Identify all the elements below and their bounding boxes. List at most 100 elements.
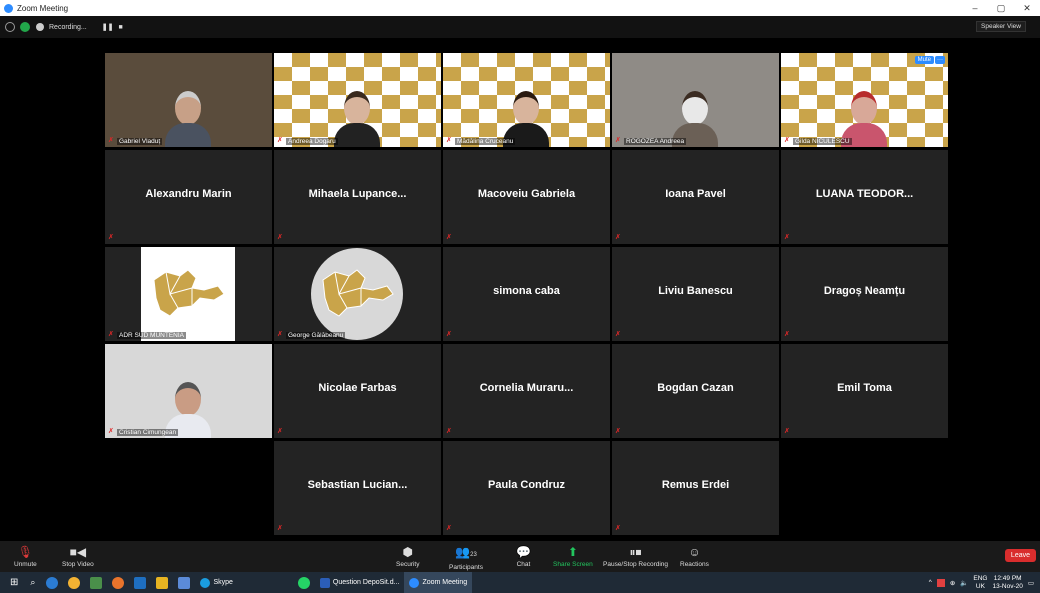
file-explorer-icon[interactable]	[156, 576, 169, 589]
participant-tile[interactable]: Cornelia Muraru... ✗	[443, 344, 610, 438]
participant-video	[334, 91, 380, 147]
security-label: Security	[396, 561, 420, 568]
minimize-button[interactable]: –	[962, 0, 988, 16]
windows-taskbar: ⊞ ⌕ Skype Question DepoSit.d... Zoom Mee…	[0, 572, 1040, 593]
participant-tile[interactable]: ROGOZEA Andreea ✗	[612, 53, 779, 147]
region-map-image	[141, 247, 235, 341]
participant-tile[interactable]: Sebastian Lucian... ✗	[274, 441, 441, 535]
participant-video	[165, 91, 211, 147]
pause-icon[interactable]: ❚❚	[102, 23, 114, 31]
participants-button[interactable]: 👥23 Participants	[449, 543, 483, 571]
firefox-icon[interactable]	[112, 576, 125, 589]
participant-tile[interactable]: Emil Toma ✗	[781, 344, 948, 438]
clock-time: 12:49 PM	[993, 574, 1022, 582]
mic-muted-icon: ✗	[446, 428, 452, 435]
mic-muted-icon: ✗	[446, 137, 452, 144]
leave-button[interactable]: Leave	[1004, 549, 1036, 562]
participant-tile[interactable]: ADR SUD MUNTENIA ✗	[105, 247, 272, 341]
participant-tile[interactable]: Ioana Pavel ✗	[612, 150, 779, 244]
windows-start-icon[interactable]: ⊞	[10, 577, 18, 588]
reactions-button[interactable]: ☺ Reactions	[680, 543, 709, 568]
participant-name: Macoveiu Gabriela	[477, 188, 576, 200]
stop-icon[interactable]: ■	[118, 24, 122, 31]
mic-muted-icon: ✗	[784, 234, 790, 241]
participant-tile[interactable]: Nicolae Farbas ✗	[274, 344, 441, 438]
participant-tile[interactable]: Mihaela Lupance... ✗	[274, 150, 441, 244]
participants-count: 23	[470, 552, 477, 558]
participant-tile[interactable]: Macoveiu Gabriela ✗	[443, 150, 610, 244]
speaker-view-button[interactable]: Speaker View	[976, 21, 1026, 32]
security-button[interactable]: ⬢ Security	[396, 543, 419, 568]
participant-tile[interactable]: Paula Condruz ✗	[443, 441, 610, 535]
participant-name: Cristian Cimungean	[117, 429, 179, 436]
unmute-button[interactable]: 🎙 Unmute	[14, 543, 37, 568]
participant-tile[interactable]: LUANA TEODOR... ✗	[781, 150, 948, 244]
stop-video-button[interactable]: ■◀ Stop Video	[62, 543, 94, 568]
participants-label: Participants	[449, 564, 483, 571]
speaker-icon[interactable]: 🔈	[960, 579, 968, 587]
notifications-icon[interactable]: ▭	[1028, 579, 1034, 587]
mic-muted-icon: ✗	[784, 137, 790, 144]
info-icon[interactable]	[5, 22, 15, 32]
network-icon[interactable]: ⊕	[950, 579, 955, 587]
meeting-controls: 🎙 Unmute ■◀ Stop Video ⬢ Security 👥23 Pa…	[0, 541, 1040, 572]
close-button[interactable]: ✕	[1014, 0, 1040, 16]
chevron-up-icon[interactable]: ^	[929, 579, 932, 586]
maximize-button[interactable]: ▢	[988, 0, 1014, 16]
participant-tile[interactable]: Andreea Dogaru ✗	[274, 53, 441, 147]
edge-icon[interactable]	[46, 576, 59, 589]
locale-code: UK	[975, 582, 985, 590]
chat-button[interactable]: 💬 Chat	[516, 543, 531, 568]
mic-muted-icon: ✗	[277, 137, 283, 144]
participant-tile[interactable]: Alexandru Marin ✗	[105, 150, 272, 244]
participant-tile[interactable]: Gabriel Vladuț ✗	[105, 53, 272, 147]
taskbar-skype[interactable]: Skype	[195, 572, 237, 593]
participant-tile[interactable]: Cristian Cimungean ✗	[105, 344, 272, 438]
clock[interactable]: 12:49 PM 13-Nov-20	[992, 575, 1022, 591]
language-indicator[interactable]: ENG UK	[973, 575, 987, 591]
search-icon[interactable]: ⌕	[30, 577, 35, 588]
participant-name: ADR SUD MUNTENIA	[117, 332, 187, 339]
participant-tile[interactable]: Liviu Banescu ✗	[612, 247, 779, 341]
outlook-icon[interactable]	[134, 576, 147, 589]
participants-icon: 👥23	[455, 545, 477, 559]
shield-icon[interactable]	[20, 22, 30, 32]
mic-muted-icon: ✗	[446, 525, 452, 532]
tray-app-icon[interactable]	[936, 578, 945, 587]
participant-tile[interactable]: Bogdan Cazan ✗	[612, 344, 779, 438]
participant-tile[interactable]: Dragoș Neamțu ✗	[781, 247, 948, 341]
participant-name: Dragoș Neamțu	[823, 285, 906, 297]
mic-muted-icon: ✗	[615, 137, 621, 144]
mute-participant-button[interactable]: Mute	[914, 56, 934, 64]
share-screen-button[interactable]: ⬆ Share Screen	[553, 543, 593, 568]
participant-tile[interactable]: simona caba ✗	[443, 247, 610, 341]
region-map-image	[311, 248, 403, 340]
taskbar-question[interactable]: Question DepoSit.d...	[315, 572, 405, 593]
participant-name: Andreea Dogaru	[286, 138, 338, 145]
more-options-button[interactable]: ···	[935, 56, 945, 64]
participant-tile[interactable]: Mădălina Cruceanu ✗	[443, 53, 610, 147]
whatsapp-icon[interactable]	[297, 576, 310, 589]
participant-tile[interactable]: Remus Erdei ✗	[612, 441, 779, 535]
zoom-icon	[409, 577, 420, 588]
taskbar-zoom[interactable]: Zoom Meeting	[404, 572, 473, 593]
clock-date: 13-Nov-20	[992, 582, 1023, 590]
pause-stop-icon: ⏸⏹	[629, 545, 642, 559]
video-camera-icon: ■◀	[69, 545, 87, 559]
mic-muted-icon: ✗	[277, 428, 283, 435]
mic-muted-icon: ✗	[615, 234, 621, 241]
chrome-icon[interactable]	[68, 576, 81, 589]
mic-muted-icon: ✗	[277, 331, 283, 338]
app-icon[interactable]	[178, 576, 191, 589]
participant-tile[interactable]: Gilda NICULESCU Mute ··· ✗	[781, 53, 948, 147]
skype-icon	[200, 577, 211, 588]
participant-name: Ioana Pavel	[665, 188, 726, 200]
calculator-icon[interactable]	[90, 576, 103, 589]
participant-tile[interactable]: George Gălăbeanu ✗	[274, 247, 441, 341]
participant-name: Liviu Banescu	[658, 285, 733, 297]
participant-name: Emil Toma	[837, 382, 892, 394]
participant-name: Mădălina Cruceanu	[455, 138, 516, 145]
shield-icon: ⬢	[402, 545, 413, 559]
pause-recording-button[interactable]: ⏸⏹ Pause/Stop Recording	[603, 543, 668, 568]
lang-code: ENG	[973, 574, 988, 582]
